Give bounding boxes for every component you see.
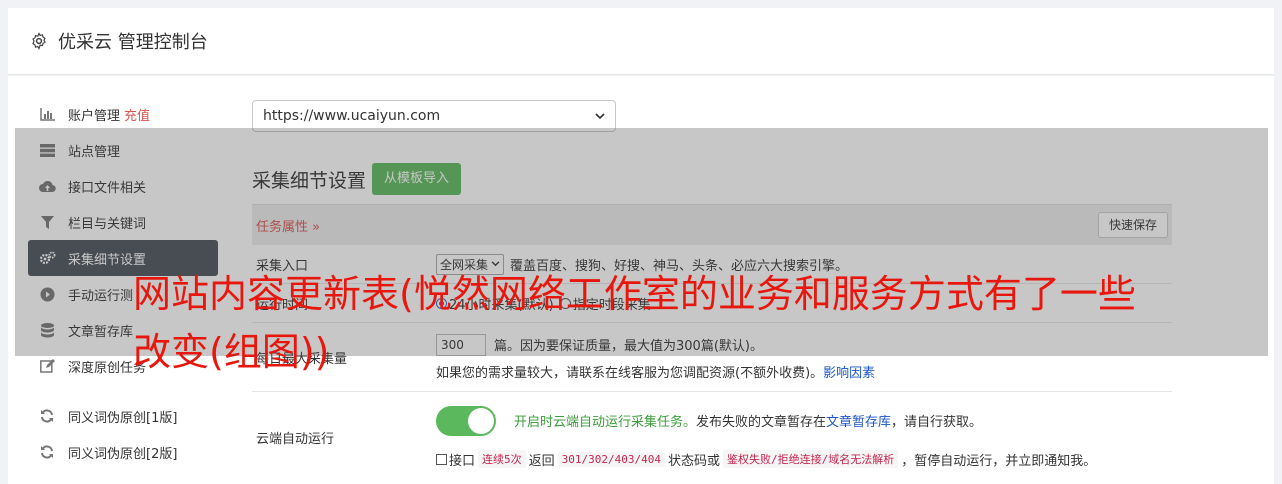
chevron-down-icon (595, 108, 605, 124)
article-store-link[interactable]: 文章暂存库 (826, 411, 891, 430)
cloud-desc-2: ，请自行获取。 (891, 415, 983, 430)
refresh-icon (38, 407, 56, 425)
cloud-toggle-line: 开启时云端自动运行采集任务。 发布失败的文章暂存在 文章暂存库 ，请自行获取。 (436, 405, 1166, 436)
interface-checkbox[interactable] (436, 453, 447, 465)
gear-icon (28, 30, 50, 52)
bar-chart-icon (38, 105, 56, 123)
sidebar-item-label: 账户管理 (68, 108, 121, 124)
cloud-value: 开启时云端自动运行采集任务。 发布失败的文章暂存在 文章暂存库 ，请自行获取。 接口 … (436, 405, 1166, 469)
interface-check-line: 接口 连续5次 返回 301/302/403/404 状态码或 鉴权失败/拒绝连… (436, 450, 1096, 469)
sidebar-item-label: 同义词伪原创[2版] (68, 446, 178, 462)
sidebar-item-account[interactable]: 账户管理 充值 (28, 96, 218, 132)
refresh-icon (38, 443, 56, 461)
edit-icon (38, 357, 56, 375)
cloud-row: 云端自动运行 开启时云端自动运行采集任务。 发布失败的文章暂存在 文章暂存库 ，请自行… (252, 392, 1172, 482)
overlay-headline: 网站内容更新表(悦然网络工作室的业务和服务方式有了一些改变(组图)) (133, 272, 1136, 374)
cloud-desc-1: 发布失败的文章暂存在 (696, 415, 827, 430)
sidebar-item-synonym-v1[interactable]: 同义词伪原创[1版] (28, 398, 218, 434)
page-title: 优采云 管理控制台 (58, 32, 208, 53)
check-mid-2: 状态码或 (668, 453, 721, 469)
check-code-1: 连续5次 (478, 450, 526, 468)
check-mid-1: 返回 (528, 453, 555, 469)
recharge-link[interactable]: 充值 (124, 105, 150, 124)
cloud-on-text: 开启时云端自动运行采集任务。 (514, 415, 697, 430)
cloud-label: 云端自动运行 (256, 431, 335, 447)
sidebar-divider (28, 384, 218, 398)
site-select-value: https://www.ucaiyun.com (263, 108, 441, 124)
sidebar-item-label: 同义词伪原创[1版] (68, 410, 178, 426)
check-label: 接口 (449, 453, 476, 469)
check-code-3: 鉴权失败/拒绝连接/域名无法解析 (723, 450, 899, 468)
cloud-auto-run-toggle[interactable] (436, 405, 496, 436)
check-end: ，暂停自动运行，并立即通知我。 (901, 453, 1097, 469)
sidebar-item-synonym-v2[interactable]: 同义词伪原创[2版] (28, 434, 218, 470)
header-bar: 优采云 管理控制台 (8, 8, 1274, 75)
check-code-2: 301/302/403/404 (557, 451, 665, 467)
